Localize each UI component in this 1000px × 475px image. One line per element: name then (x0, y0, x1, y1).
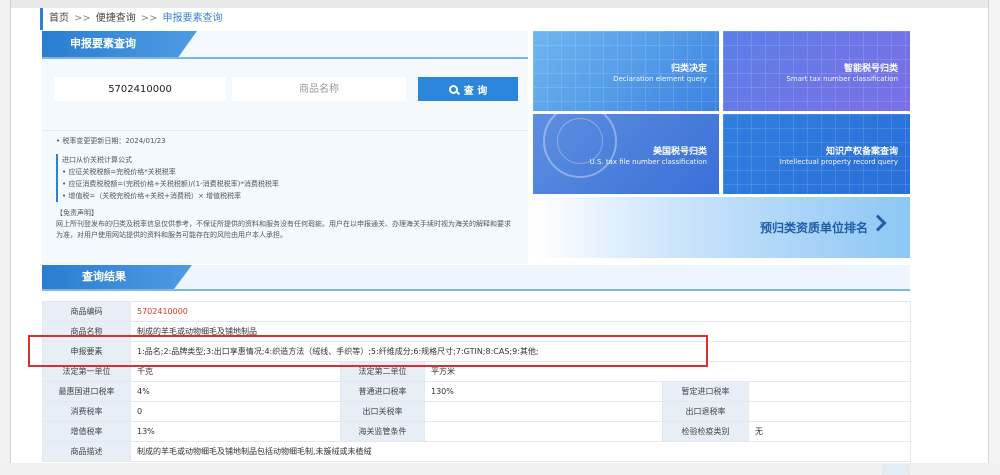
field-label: 商品描述 (42, 441, 131, 462)
formula-item: • 应征消费税税额=(完税价格+关税税额)/(1-消费税税率)*消费税税率 (62, 180, 279, 188)
query-row: 查 询 (52, 77, 518, 101)
chevron-right-icon (869, 214, 887, 232)
field-label: 普通进口税率 (340, 381, 425, 402)
field-value: 5702410000 (130, 301, 911, 322)
breadcrumb-current: 申报要素查询 (162, 13, 223, 24)
table-row: 消费税率 0 出口关税率 出口退税率 (42, 401, 911, 422)
field-value: 平方米 (424, 361, 911, 382)
tile-subtitle: Declaration element query (613, 75, 707, 83)
field-value: 0 (130, 401, 341, 422)
formula-title: 进口从价关税计算公式 (62, 156, 132, 164)
field-value (424, 401, 663, 422)
field-value: 1:品名;2:品牌类型;3:出口享惠情况;4:织造方法（绒线、手织等）;5:纤维… (130, 341, 911, 362)
window-bottom-edge (0, 463, 1000, 475)
tile-subtitle: Smart tax number classification (786, 75, 898, 83)
tile-us-tax-classification[interactable]: 美国税号归类 U.S. tax file number classificati… (533, 114, 719, 194)
breadcrumb: 首页 >> 便捷查询 >> 申报要素查询 (40, 8, 223, 30)
field-value (748, 401, 911, 422)
field-label: 检验检疫类别 (662, 421, 749, 442)
field-value: 制成的羊毛或动物细毛及铺地制品 (130, 321, 911, 342)
tile-pre-classification-ranking[interactable]: 预归类资质单位排名 (533, 197, 910, 258)
tile-ip-record-query[interactable]: 知识产权备案查询 Intellectual property record qu… (723, 114, 910, 194)
field-label: 出口退税率 (662, 401, 749, 422)
field-label: 法定第二单位 (340, 361, 425, 382)
search-icon (448, 84, 458, 94)
field-value: 4% (130, 381, 341, 402)
field-label: 出口关税率 (340, 401, 425, 422)
window-left-border (10, 0, 11, 475)
tile-classification-decision[interactable]: 归类决定 Declaration element query (533, 31, 719, 111)
breadcrumb-separator: >> (74, 13, 91, 24)
field-label: 法定第一单位 (42, 361, 131, 382)
formula-block: 进口从价关税计算公式 • 应征关税税额=完税价格*关税税率 • 应征消费税税额=… (56, 154, 516, 202)
field-value: 制成的羊毛或动物细毛及铺地制品包括动物细毛制,未簇绒或未植绒 (130, 441, 911, 462)
tile-title: 知识产权备案查询 (825, 147, 898, 157)
search-button[interactable]: 查 询 (418, 77, 518, 101)
back-to-top-button[interactable] (882, 464, 910, 475)
field-value: 13% (130, 421, 341, 442)
field-label: 最惠国进口税率 (42, 381, 131, 402)
results-table: 商品编码 5702410000 商品名称 制成的羊毛或动物细毛及铺地制品 申报要素 1:品… (42, 301, 911, 462)
field-value: 千克 (130, 361, 341, 382)
field-label: 商品编码 (42, 301, 131, 322)
query-notes: • 税率变更更新日期：2024/01/23 进口从价关税计算公式 • 应征关税税… (56, 135, 516, 241)
panel-title: 申报要素查询 (42, 31, 197, 57)
hs-code-input[interactable] (54, 77, 226, 101)
table-row: 增值税率 13% 海关监管条件 检验检疫类别无 (42, 421, 911, 442)
rate-update-date: • 税率变更更新日期：2024/01/23 (56, 137, 166, 145)
tile-title: 美国税号归类 (652, 147, 707, 157)
field-value: 130% (424, 381, 663, 402)
field-label: 申报要素 (42, 341, 131, 362)
scrollbar-track[interactable] (988, 0, 1000, 475)
declaration-query-panel: 申报要素查询 查 询 • 税率变更更新日期：2024/01/23 进口从价关税计… (42, 31, 528, 264)
formula-item: • 应征关税税额=完税价格*关税税率 (62, 168, 176, 176)
field-label: 商品名称 (42, 321, 131, 342)
tile-subtitle: U.S. tax file number classification (589, 158, 707, 166)
product-name-input[interactable] (232, 77, 406, 101)
field-label: 暂定进口税率 (662, 381, 749, 402)
search-button-label: 查 询 (463, 85, 488, 97)
breadcrumb-quick-query[interactable]: 便捷查询 (96, 13, 136, 24)
results-title-bar: 查询结果 (42, 265, 910, 291)
tile-title: 预归类资质单位排名 (759, 221, 868, 235)
disclaimer-title: 【免责声明】 (56, 209, 98, 217)
table-row: 商品描述 制成的羊毛或动物细毛及铺地制品包括动物细毛制,未簇绒或未植绒 (42, 441, 911, 462)
tile-title: 归类决定 (670, 64, 707, 74)
breadcrumb-separator: >> (140, 13, 158, 24)
results-title: 查询结果 (42, 265, 192, 289)
table-row: 商品名称 制成的羊毛或动物细毛及铺地制品 (42, 321, 911, 342)
tile-smart-tax-classification[interactable]: 智能税号归类 Smart tax number classification (723, 31, 910, 111)
disclaimer-text: 网上所刊登发布的归类及税率信息仅供参考，不保证所提供的资料和服务没有任何瑕疵。用… (56, 220, 511, 239)
table-row: 申报要素 1:品名;2:品牌类型;3:出口享惠情况;4:织造方法（绒线、手织等）;… (42, 341, 911, 362)
field-value: 无 (748, 421, 911, 442)
field-label: 消费税率 (42, 401, 131, 422)
window-top-edge (0, 0, 1000, 8)
panel-divider (42, 130, 528, 131)
tile-title: 智能税号归类 (843, 64, 898, 74)
window-left-edge (0, 0, 10, 475)
field-value (748, 381, 911, 402)
treasury-seal-icon (543, 114, 617, 178)
field-value (424, 421, 663, 442)
table-row: 商品编码 5702410000 (42, 301, 911, 322)
panel-title-bar: 申报要素查询 (42, 31, 528, 59)
table-row: 法定第一单位 千克 法定第二单位 平方米 (42, 361, 911, 382)
tile-subtitle: Intellectual property record query (779, 158, 898, 166)
field-label: 海关监管条件 (340, 421, 425, 442)
breadcrumb-home[interactable]: 首页 (49, 13, 69, 24)
formula-item: • 增值税=（关税完税价格+关税+消费税）× 增值税税率 (62, 192, 242, 200)
field-label: 增值税率 (42, 421, 131, 442)
table-row: 最惠国进口税率 4% 普通进口税率 130% 暂定进口税率 (42, 381, 911, 402)
